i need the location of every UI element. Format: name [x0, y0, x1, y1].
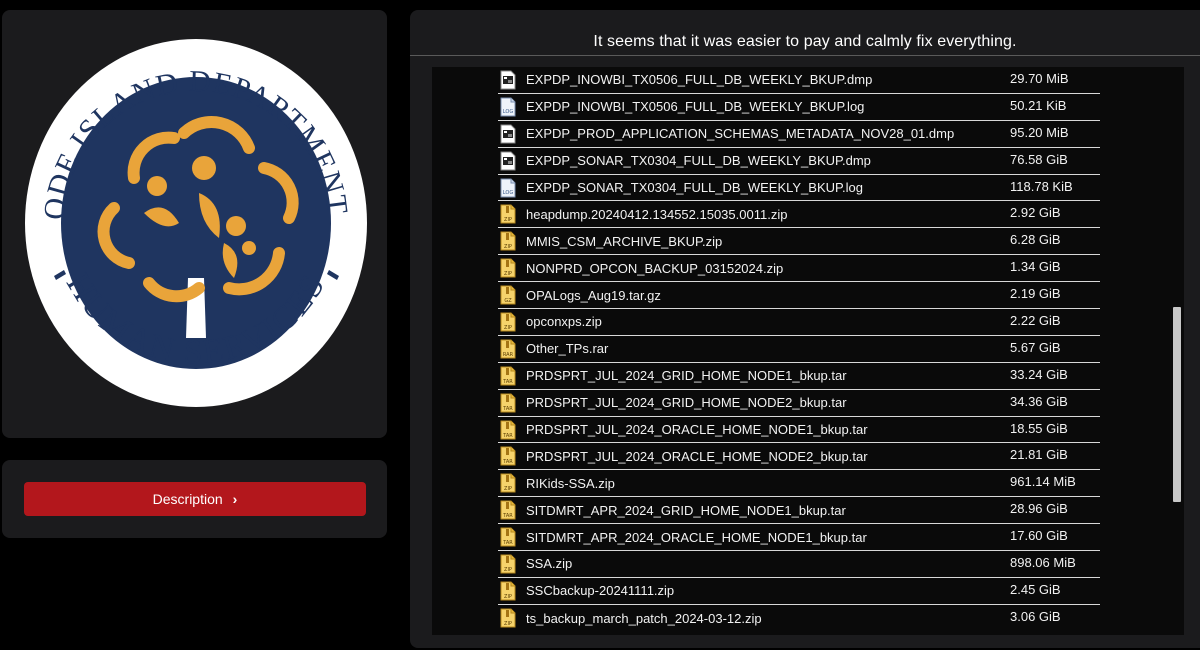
file-row[interactable]: ZIP ts_backup_march_patch_2024-03-12.zip 3…: [498, 605, 1100, 632]
file-row[interactable]: ZIP SSA.zip 898.06 MiB: [498, 551, 1100, 578]
file-row[interactable]: EXPDP_SONAR_TX0304_FULL_DB_WEEKLY_BKUP.d…: [498, 148, 1100, 175]
logo-card: RHODE ISLAND DEPARTMENT OF HUMAN SERVICE…: [2, 10, 387, 438]
svg-text:TAR: TAR: [502, 459, 513, 465]
svg-text:ZIP: ZIP: [504, 567, 512, 573]
file-size: 95.20 MiB: [1010, 124, 1069, 140]
file-size: 28.96 GiB: [1010, 501, 1068, 517]
svg-text:TAR: TAR: [502, 513, 513, 519]
binary-file-icon: [500, 124, 516, 144]
tar-file-icon: TAR: [500, 500, 516, 520]
file-row[interactable]: ZIP MMIS_CSM_ARCHIVE_BKUP.zip 6.28 GiB: [498, 228, 1100, 256]
scrollbar-thumb[interactable]: [1173, 307, 1181, 502]
ri-dhs-seal-logo: RHODE ISLAND DEPARTMENT OF HUMAN SERVICE…: [24, 38, 367, 407]
svg-text:ZIP: ZIP: [504, 217, 512, 223]
file-row[interactable]: TAR PRDSPRT_JUL_2024_GRID_HOME_NODE1_bkup…: [498, 363, 1100, 390]
zip-file-icon: ZIP: [500, 608, 516, 628]
zip-file-icon: ZIP: [500, 258, 516, 278]
file-size: 5.67 GiB: [1010, 339, 1061, 355]
file-row[interactable]: RAR Other_TPs.rar 5.67 GiB: [498, 336, 1100, 363]
file-size: 76.58 GiB: [1010, 151, 1068, 167]
description-button[interactable]: Description ›: [24, 482, 366, 516]
chevron-right-icon: ›: [232, 491, 238, 507]
binary-file-icon: [500, 70, 516, 90]
page-headline: It seems that it was easier to pay and c…: [410, 10, 1200, 56]
zip-file-icon: ZIP: [500, 581, 516, 601]
description-card: Description ›: [2, 460, 387, 538]
file-size: 2.92 GiB: [1010, 205, 1061, 221]
file-row[interactable]: TAR PRDSPRT_JUL_2024_ORACLE_HOME_NODE1_bk…: [498, 417, 1100, 444]
file-row[interactable]: EXPDP_PROD_APPLICATION_SCHEMAS_METADATA_…: [498, 121, 1100, 148]
file-size: 21.81 GiB: [1010, 447, 1068, 463]
file-row[interactable]: ZIP opconxps.zip 2.22 GiB: [498, 309, 1100, 336]
svg-text:GZ: GZ: [504, 298, 512, 304]
svg-text:ZIP: ZIP: [504, 325, 512, 331]
file-row[interactable]: ZIP NONPRD_OPCON_BACKUP_03152024.zip 1.34 …: [498, 255, 1100, 283]
file-size: 17.60 GiB: [1010, 528, 1068, 544]
zip-file-icon: ZIP: [500, 312, 516, 332]
file-row[interactable]: EXPDP_INOWBI_TX0506_FULL_DB_WEEKLY_BKUP.…: [498, 67, 1100, 94]
description-button-label: Description: [152, 491, 223, 507]
svg-text:TAR: TAR: [502, 433, 513, 439]
file-row[interactable]: TAR PRDSPRT_JUL_2024_ORACLE_HOME_NODE2_bk…: [498, 443, 1100, 471]
log-file-icon: LOG: [500, 178, 516, 198]
file-row[interactable]: TAR SITDMRT_APR_2024_GRID_HOME_NODE1_bkup…: [498, 497, 1100, 525]
tar-file-icon: TAR: [500, 446, 516, 466]
svg-text:TAR: TAR: [502, 379, 513, 385]
svg-text:RAR: RAR: [503, 352, 514, 358]
file-size: 18.55 GiB: [1010, 420, 1068, 436]
tar-file-icon: TAR: [500, 527, 516, 547]
file-row[interactable]: ZIP RIKids-SSA.zip 961.14 MiB: [498, 470, 1100, 498]
gz-file-icon: GZ: [500, 285, 516, 305]
file-row[interactable]: ZIP heapdump.20240412.134552.15035.0011.z…: [498, 201, 1100, 229]
tar-file-icon: TAR: [500, 420, 516, 440]
zip-file-icon: ZIP: [500, 204, 516, 224]
svg-text:ZIP: ZIP: [504, 486, 512, 492]
svg-text:ZIP: ZIP: [504, 594, 512, 600]
svg-text:ZIP: ZIP: [504, 621, 512, 627]
tar-file-icon: TAR: [500, 393, 516, 413]
file-size: 34.36 GiB: [1010, 393, 1068, 409]
file-listing-viewport[interactable]: EXPDP_INOWBI_TX0506_FULL_DB_WEEKLY_BKUP.…: [432, 67, 1184, 635]
file-size: 1.34 GiB: [1010, 259, 1061, 275]
file-row[interactable]: LOG EXPDP_INOWBI_TX0506_FULL_DB_WEEKLY_BK…: [498, 94, 1100, 121]
zip-file-icon: ZIP: [500, 473, 516, 493]
log-file-icon: LOG: [500, 97, 516, 117]
file-size: 2.19 GiB: [1010, 286, 1061, 302]
svg-text:LOG: LOG: [503, 109, 514, 115]
file-size: 33.24 GiB: [1010, 366, 1068, 382]
scrollbar-track[interactable]: [1170, 67, 1184, 635]
file-size: 961.14 MiB: [1010, 474, 1076, 490]
tar-file-icon: TAR: [500, 366, 516, 386]
file-size: 2.22 GiB: [1010, 313, 1061, 329]
file-size: 6.28 GiB: [1010, 232, 1061, 248]
file-size: 118.78 KiB: [1010, 178, 1073, 194]
rar-file-icon: RAR: [500, 339, 516, 359]
svg-text:TAR: TAR: [502, 406, 513, 412]
svg-text:ZIP: ZIP: [504, 244, 512, 250]
binary-file-icon: [500, 151, 516, 171]
file-row[interactable]: LOG EXPDP_SONAR_TX0304_FULL_DB_WEEKLY_BKU…: [498, 175, 1100, 202]
file-size: 2.45 GiB: [1010, 581, 1061, 597]
file-size: 50.21 KiB: [1010, 97, 1067, 113]
file-row[interactable]: ZIP SSCbackup-20241111.zip 2.45 GiB: [498, 578, 1100, 605]
svg-text:TAR: TAR: [502, 540, 513, 546]
file-listing-card: It seems that it was easier to pay and c…: [410, 10, 1200, 648]
file-row[interactable]: GZ OPALogs_Aug19.tar.gz 2.19 GiB: [498, 282, 1100, 310]
zip-file-icon: ZIP: [500, 554, 516, 574]
file-size: 898.06 MiB: [1010, 555, 1076, 571]
svg-text:LOG: LOG: [503, 190, 514, 196]
file-row[interactable]: TAR SITDMRT_APR_2024_ORACLE_HOME_NODE1_bk…: [498, 524, 1100, 552]
svg-text:ZIP: ZIP: [504, 271, 512, 277]
file-row[interactable]: TAR PRDSPRT_JUL_2024_GRID_HOME_NODE2_bkup…: [498, 390, 1100, 417]
file-list: EXPDP_INOWBI_TX0506_FULL_DB_WEEKLY_BKUP.…: [498, 70, 1100, 632]
zip-file-icon: ZIP: [500, 231, 516, 251]
file-size: 29.70 MiB: [1010, 71, 1069, 86]
file-size: 3.06 GiB: [1010, 608, 1061, 624]
